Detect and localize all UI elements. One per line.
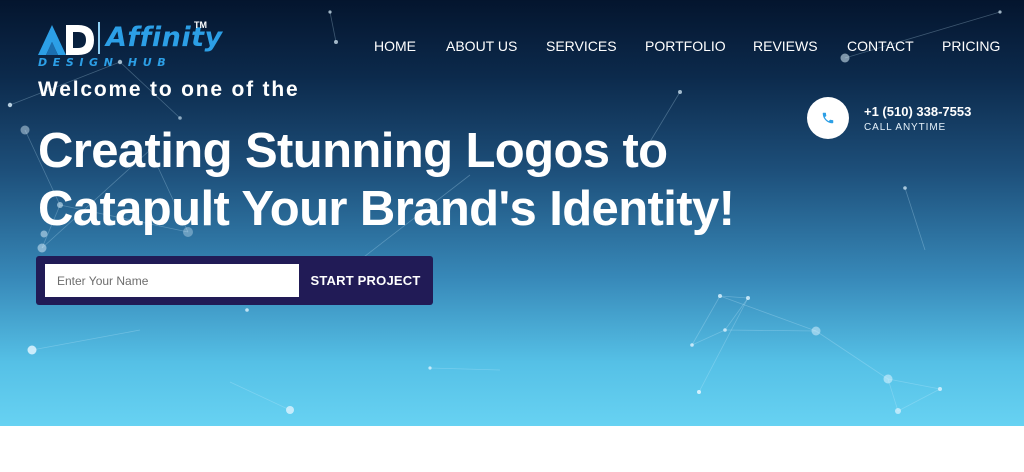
headline-line-1: Creating Stunning Logos to: [38, 124, 668, 178]
nav-item-services[interactable]: SERVICES: [546, 37, 617, 55]
brand-tagline: DESIGN HUB: [38, 56, 172, 69]
page-content-area: [0, 426, 1024, 472]
phone-icon: [822, 112, 834, 124]
logo-mark-icon: [38, 25, 94, 55]
call-caption: CALL ANYTIME: [864, 122, 947, 133]
start-project-button[interactable]: START PROJECT: [304, 264, 427, 297]
nav-item-home[interactable]: HOME: [374, 37, 416, 55]
hero-headline: Creating Stunning Logos to Catapult Your…: [38, 122, 798, 238]
phone-number[interactable]: +1 (510) 338-7553: [864, 104, 971, 119]
hero-section: Affinity TM DESIGN HUB HOME ABOUT US SER…: [0, 0, 1024, 426]
nav-item-about-us[interactable]: ABOUT US: [446, 37, 517, 55]
name-input[interactable]: [45, 264, 299, 297]
nav-item-pricing[interactable]: PRICING: [942, 37, 1000, 55]
start-project-form: START PROJECT: [36, 256, 433, 305]
nav-item-reviews[interactable]: REVIEWS: [753, 37, 818, 55]
headline-line-2: Catapult Your Brand's Identity!: [38, 182, 735, 236]
brand-logo[interactable]: Affinity TM DESIGN HUB: [36, 20, 222, 72]
nav-item-portfolio[interactable]: PORTFOLIO: [645, 37, 726, 55]
nav-item-contact[interactable]: CONTACT: [847, 37, 914, 55]
trademark-mark: TM: [194, 20, 207, 30]
call-button[interactable]: [807, 97, 849, 139]
welcome-text: Welcome to one of the: [38, 78, 300, 101]
